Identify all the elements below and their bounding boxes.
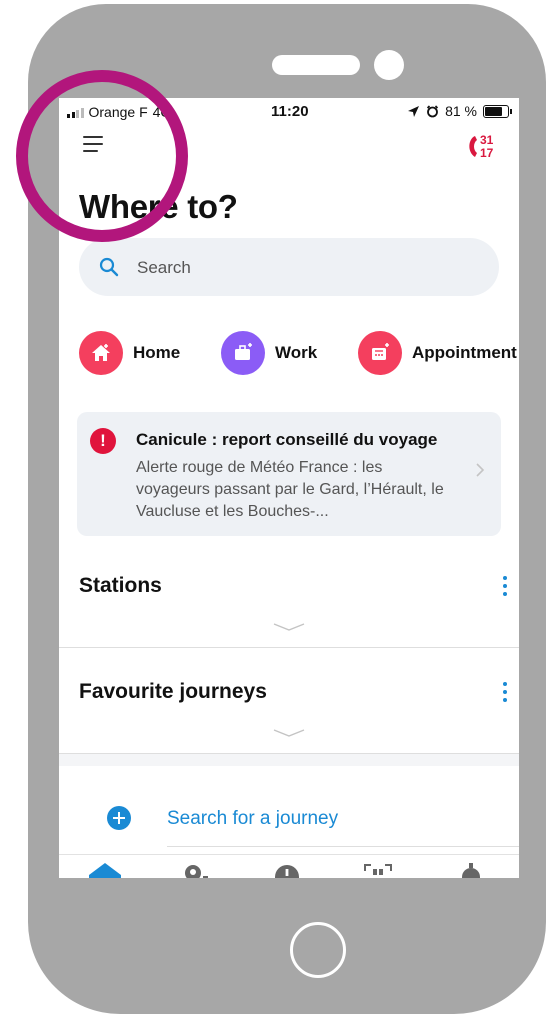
- search-input[interactable]: [135, 253, 479, 283]
- stations-more-icon[interactable]: [503, 576, 507, 600]
- signal-icon: [67, 107, 84, 118]
- alert-title: Canicule : report conseillé du voyage: [136, 430, 438, 449]
- battery-percent: 81 %: [445, 103, 477, 119]
- calendar-icon: [358, 331, 402, 375]
- stations-section: Stations: [59, 568, 519, 648]
- status-time: 11:20: [271, 103, 309, 120]
- search-journey-link[interactable]: Search for a journey: [107, 806, 338, 830]
- shortcut-row: Home Work Appointment: [79, 330, 519, 376]
- alert-body: Alerte rouge de Météo France : les voyag…: [136, 459, 444, 520]
- status-right: 81 %: [407, 103, 512, 119]
- helpline-number-bottom: 17: [480, 146, 494, 160]
- shortcut-work-label: Work: [275, 343, 318, 362]
- plus-circle-icon: [107, 806, 131, 830]
- stations-expand-chevron-icon[interactable]: [273, 623, 305, 631]
- favourite-journeys-section: Favourite journeys: [59, 674, 519, 754]
- heatwave-alert-card[interactable]: ! Canicule : report conseillé du voyage …: [77, 412, 501, 536]
- shortcut-home[interactable]: Home: [79, 330, 180, 376]
- shortcut-appointment[interactable]: Appointment: [358, 330, 517, 376]
- divider: [59, 647, 519, 648]
- location-arrow-icon: [408, 105, 420, 117]
- bottom-tab-bar: [59, 854, 519, 878]
- search-bar[interactable]: [79, 238, 499, 296]
- shortcut-appointment-label: Appointment: [412, 343, 517, 362]
- alert-icon: !: [90, 428, 116, 454]
- status-bar: Orange F 4G 11:20 81 %: [59, 98, 519, 128]
- chevron-right-icon: [476, 463, 485, 477]
- favourite-journeys-more-icon[interactable]: [503, 682, 507, 706]
- search-icon: [99, 257, 119, 277]
- phone-home-button[interactable]: [290, 922, 346, 978]
- tab-map-pin-icon[interactable]: [181, 863, 211, 878]
- helpline-number-top: 31: [480, 133, 494, 147]
- section-gap: [59, 754, 519, 766]
- shortcut-home-label: Home: [133, 343, 181, 362]
- alarm-icon: [427, 104, 439, 117]
- helpline-button[interactable]: 31 17: [465, 130, 505, 162]
- carrier-name: Orange F: [88, 104, 148, 120]
- phone-camera: [374, 50, 404, 80]
- stations-title: Stations: [79, 574, 162, 597]
- home-icon: [79, 331, 123, 375]
- favourite-journeys-expand-chevron-icon[interactable]: [273, 729, 305, 737]
- battery-icon: [483, 104, 512, 118]
- phone-speaker: [272, 55, 360, 75]
- app-screen: Orange F 4G 11:20 81 % 31 17 Where to? S…: [59, 98, 519, 878]
- divider: [167, 846, 519, 847]
- page-title: Where to?: [79, 188, 238, 225]
- tab-qr-scan-icon[interactable]: [363, 863, 393, 878]
- status-left: Orange F 4G: [67, 104, 171, 120]
- favourite-journeys-title: Favourite journeys: [79, 680, 267, 703]
- tab-account-icon[interactable]: [459, 863, 483, 878]
- tab-info-icon[interactable]: [273, 863, 301, 878]
- briefcase-icon: [221, 331, 265, 375]
- search-journey-label: Search for a journey: [167, 808, 339, 829]
- network-type: 4G: [152, 104, 172, 120]
- hamburger-menu-icon[interactable]: [83, 136, 103, 152]
- tab-home-icon[interactable]: [89, 863, 121, 878]
- helpline-phone-icon: 31 17: [469, 133, 494, 160]
- shortcut-work[interactable]: Work: [221, 330, 317, 376]
